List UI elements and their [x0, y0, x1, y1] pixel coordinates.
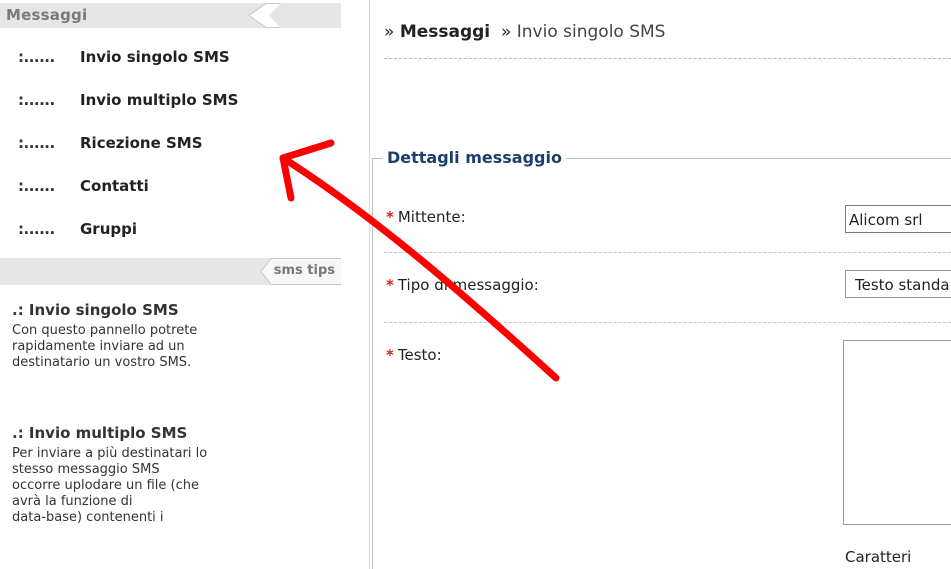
sidebar-header: Messaggi — [0, 3, 341, 28]
column-divider — [369, 0, 370, 569]
required-mark: * — [386, 346, 394, 364]
text-label: * Testo: — [386, 346, 442, 364]
required-mark: * — [386, 208, 394, 226]
sidebar-menu: :...... Invio singolo SMS :...... Invio mu… — [18, 46, 238, 261]
breadcrumb-divider — [384, 58, 951, 59]
sidebar-item-ricezione[interactable]: :...... Ricezione SMS — [18, 132, 238, 175]
sidebar-item-invio-singolo[interactable]: :...... Invio singolo SMS — [18, 46, 238, 89]
sidebar-item-contatti[interactable]: :...... Contatti — [18, 175, 238, 218]
tip-text: Con questo pannello potrete rapidamente … — [12, 323, 198, 370]
breadcrumb-separator: » — [500, 22, 512, 42]
required-mark: * — [386, 276, 394, 294]
fieldset-legend: Dettagli messaggio — [382, 148, 566, 167]
message-type-select[interactable]: Testo standard — [845, 270, 951, 298]
row-divider — [384, 322, 951, 323]
sidebar-item-label: Invio multiplo SMS — [80, 91, 239, 109]
sms-tips-label: sms tips — [273, 263, 335, 278]
sender-label: * Mittente: — [386, 208, 466, 226]
menu-bullet: :...... — [18, 48, 55, 66]
menu-bullet: :...... — [18, 134, 55, 152]
sender-field[interactable]: Alicom srl — [845, 205, 951, 233]
sidebar-item-label: Invio singolo SMS — [80, 48, 230, 66]
sidebar-item-label: Ricezione SMS — [80, 134, 203, 152]
message-type-label-text: Tipo di messaggio: — [397, 276, 539, 294]
breadcrumb: » Messaggi » Invio singolo SMS — [384, 22, 665, 42]
menu-bullet: :...... — [18, 220, 55, 238]
tip-text: Per inviare a più destinatari lo stesso … — [12, 446, 208, 525]
sidebar-item-label: Contatti — [80, 177, 149, 195]
characters-label: Caratteri — [845, 548, 912, 566]
message-textarea[interactable] — [843, 340, 951, 525]
tip-title: .: Invio multiplo SMS — [12, 424, 188, 442]
sidebar-item-invio-multiplo[interactable]: :...... Invio multiplo SMS — [18, 89, 238, 132]
sidebar-item-label: Gruppi — [80, 220, 138, 238]
sms-tips-header: sms tips — [0, 258, 341, 285]
tip-invio-singolo: .: Invio singolo SMS Con questo pannello… — [12, 301, 332, 371]
tip-title: .: Invio singolo SMS — [12, 301, 179, 319]
tip-invio-multiplo: .: Invio multiplo SMS Per inviare a più … — [12, 424, 332, 526]
row-divider — [384, 252, 951, 253]
sender-label-text: Mittente: — [397, 208, 466, 226]
tab-notch-decoration — [248, 3, 341, 28]
menu-bullet: :...... — [18, 91, 55, 109]
sidebar-item-gruppi[interactable]: :...... Gruppi — [18, 218, 238, 261]
fieldset-border-left — [372, 158, 373, 569]
menu-bullet: :...... — [18, 177, 55, 195]
breadcrumb-current: Invio singolo SMS — [516, 22, 666, 42]
breadcrumb-separator: » — [384, 22, 395, 42]
sidebar: Messaggi :...... Invio singolo SMS :.....… — [0, 0, 341, 569]
text-label-text: Testo: — [397, 346, 442, 364]
breadcrumb-messaggi[interactable]: Messaggi — [400, 22, 490, 42]
sidebar-header-title: Messaggi — [6, 6, 88, 24]
message-type-label: * Tipo di messaggio: — [386, 276, 539, 294]
